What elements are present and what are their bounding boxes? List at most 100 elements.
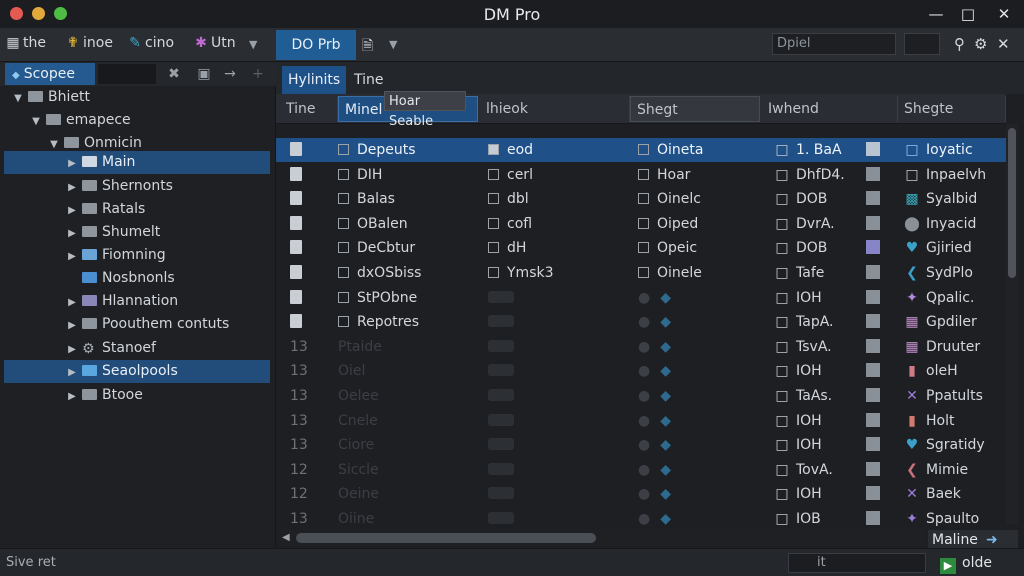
checkbox[interactable] [338, 316, 349, 328]
col5-cell: ▦ Gpdiler [904, 310, 1008, 334]
tree-item[interactable]: ▶ Shernonts [4, 175, 270, 198]
filter-input[interactable]: Dpiel [772, 33, 896, 55]
checkbox[interactable] [338, 242, 349, 254]
window-title: DM Pro [483, 5, 541, 24]
square-icon[interactable]: ▣ [194, 64, 214, 84]
toolbar-button-cino[interactable]: ✎ cino [128, 35, 174, 55]
col3-cell: Opeic [638, 236, 758, 260]
checkbox[interactable] [488, 267, 499, 278]
tree-item[interactable]: Nosbnonls [4, 267, 270, 290]
table-row[interactable]: Balas dbl Oinelc □ DOB ▩ Syalbid [276, 187, 1006, 211]
table-row[interactable]: 13 Oelee ● ◆ □ TaAs. ✕ Ppatults [276, 384, 1006, 408]
minimize-icon[interactable]: — [924, 3, 948, 25]
search-icon[interactable]: ⚲ [954, 35, 965, 55]
checkbox[interactable] [488, 193, 499, 205]
vertical-scrollbar[interactable] [1006, 124, 1018, 524]
tree-item-selected[interactable]: ▶ Main [4, 151, 270, 174]
checkbox[interactable] [638, 168, 649, 180]
tree-item[interactable]: ▶ Poouthem contuts [4, 313, 270, 336]
document-tab[interactable]: DO Prb [276, 30, 356, 60]
checkbox[interactable] [488, 144, 499, 155]
folder-icon [82, 156, 97, 167]
table-row[interactable]: Depeuts eod Oineta □ 1. BaA □ Ioyatic [276, 138, 1006, 162]
tree-item[interactable]: ▶ ⚙ Stanoef [4, 337, 270, 360]
table-row[interactable]: Repotres ● ◆ □ TapA. ▦ Gpdiler [276, 310, 1006, 334]
column-shegt[interactable]: Shegt [630, 96, 760, 122]
tree-item[interactable]: ▶ Shumelt [4, 221, 270, 244]
checkbox[interactable] [638, 193, 649, 205]
checkbox[interactable] [488, 242, 499, 254]
name-cell: Repotres [338, 310, 478, 334]
checkbox[interactable] [638, 144, 649, 155]
toolbar-button-the[interactable]: ▦ the [6, 35, 46, 55]
close-icon[interactable]: ✕ [992, 3, 1016, 25]
status-input[interactable]: it [788, 553, 926, 573]
tab-tine[interactable]: Tine [348, 66, 390, 94]
checkbox[interactable] [338, 217, 349, 229]
table-row[interactable]: OBalen cofl Oiped □ DvrA. ⬤ Inyacid [276, 212, 1006, 236]
horizontal-scrollbar[interactable]: ◀ [280, 530, 924, 546]
table-row[interactable]: 12 Siccle ● ◆ □ TovA. ❮ Mimie [276, 458, 1006, 482]
checkbox[interactable] [338, 144, 349, 155]
tree-item[interactable]: ▼ emapece [4, 109, 270, 132]
table-row[interactable]: 13 Ciore ● ◆ □ IOH ♥ Sgratidy [276, 433, 1006, 457]
toolbar-dropdown-icon[interactable]: ▼ [249, 38, 257, 58]
tree-item[interactable]: ▶ Hlannation [4, 290, 270, 313]
move-icon: □ [775, 142, 789, 158]
row-type-cell [290, 310, 330, 334]
arrow-right-icon[interactable]: → [220, 64, 240, 84]
document-icon[interactable]: 🗎 [362, 35, 373, 55]
maximize-icon[interactable]: □ [956, 3, 980, 25]
file-icon [290, 142, 302, 156]
checkbox[interactable] [338, 168, 349, 180]
tree-item[interactable]: ▶ Ratals [4, 198, 270, 221]
checkbox[interactable] [638, 242, 649, 254]
cross-icon[interactable]: ✖ [164, 64, 184, 84]
checkbox[interactable] [338, 267, 349, 278]
close-panel-icon[interactable]: ✕ [997, 35, 1010, 55]
toolbar-button-inoe[interactable]: ✟ inoe [66, 35, 113, 55]
scroll-left-icon[interactable]: ◀ [282, 530, 290, 546]
checkbox[interactable] [638, 217, 649, 229]
checkbox[interactable] [488, 217, 499, 229]
table-row[interactable]: 13 Cnele ● ◆ □ IOH ▮ Holt [276, 409, 1006, 433]
tree-item[interactable]: ▶ Fiomning [4, 244, 270, 267]
chevron-right-icon: ▶ [68, 391, 76, 402]
horizontal-scroll-thumb[interactable] [296, 533, 596, 543]
col3-cell: ● ◆ [638, 310, 758, 334]
table-row[interactable]: 12 Oeine ● ◆ □ IOH ✕ Baek [276, 482, 1006, 506]
checkbox[interactable] [488, 168, 499, 180]
document-dropdown-icon[interactable]: ▼ [389, 38, 397, 58]
mode-label[interactable]: Maline ➜ [928, 530, 1018, 550]
table-row[interactable]: 13 Ptaide ● ◆ □ TsvA. ▦ Druuter [276, 335, 1006, 359]
gear-icon[interactable]: ⚙ [974, 35, 987, 55]
scope-field[interactable] [98, 64, 156, 84]
column-tine[interactable]: Tine [280, 96, 338, 122]
table-row[interactable]: DIH cerl Hoar □ DhfD4. □ Inpaelvh [276, 163, 1006, 187]
table-row[interactable]: 13 Oiel ● ◆ □ IOH ▮ oleH [276, 359, 1006, 383]
column-iwhend[interactable]: Iwhend [762, 96, 898, 122]
tree-item[interactable]: ▼ Bhiett [4, 86, 270, 109]
col5-cell: ♥ Gjiried [904, 236, 1008, 260]
table-row[interactable]: 13 Oiine ● ◆ □ IOB ✦ Spaulto [276, 507, 1006, 531]
tab-hylinits[interactable]: Hylinits [282, 66, 347, 94]
tree-item[interactable]: ▶ Btooe [4, 384, 270, 407]
table-row[interactable]: StPObne ● ◆ □ IOH ✦ Qpalic. [276, 286, 1006, 310]
table-row[interactable]: dxOSbiss Ymsk3 Oinele □ Tafe ❮ SydPlo [276, 261, 1006, 285]
status-button[interactable]: ▶ olde [940, 553, 1020, 574]
checkbox[interactable] [638, 267, 649, 278]
column-lhieok[interactable]: lhieok [480, 96, 630, 122]
vertical-scroll-thumb[interactable] [1008, 128, 1016, 278]
checkbox[interactable] [338, 291, 349, 303]
filter-secondary-input[interactable] [904, 33, 940, 55]
tree-item-selected[interactable]: ▶ Seaolpools [4, 360, 270, 383]
folder-icon [82, 295, 97, 306]
scope-selector[interactable]: ◆ Scopee [5, 63, 95, 85]
column-shegte[interactable]: Shegte [898, 96, 1006, 122]
drop-icon: ◆ [660, 511, 671, 527]
toolbar-button-utn[interactable]: ✱ Utn [194, 35, 235, 55]
checkbox[interactable] [338, 193, 349, 205]
add-icon[interactable]: + [248, 64, 268, 84]
type-icon: ♥ [905, 437, 919, 454]
table-row[interactable]: DeCbtur dH Opeic □ DOB ♥ Gjiried [276, 236, 1006, 260]
